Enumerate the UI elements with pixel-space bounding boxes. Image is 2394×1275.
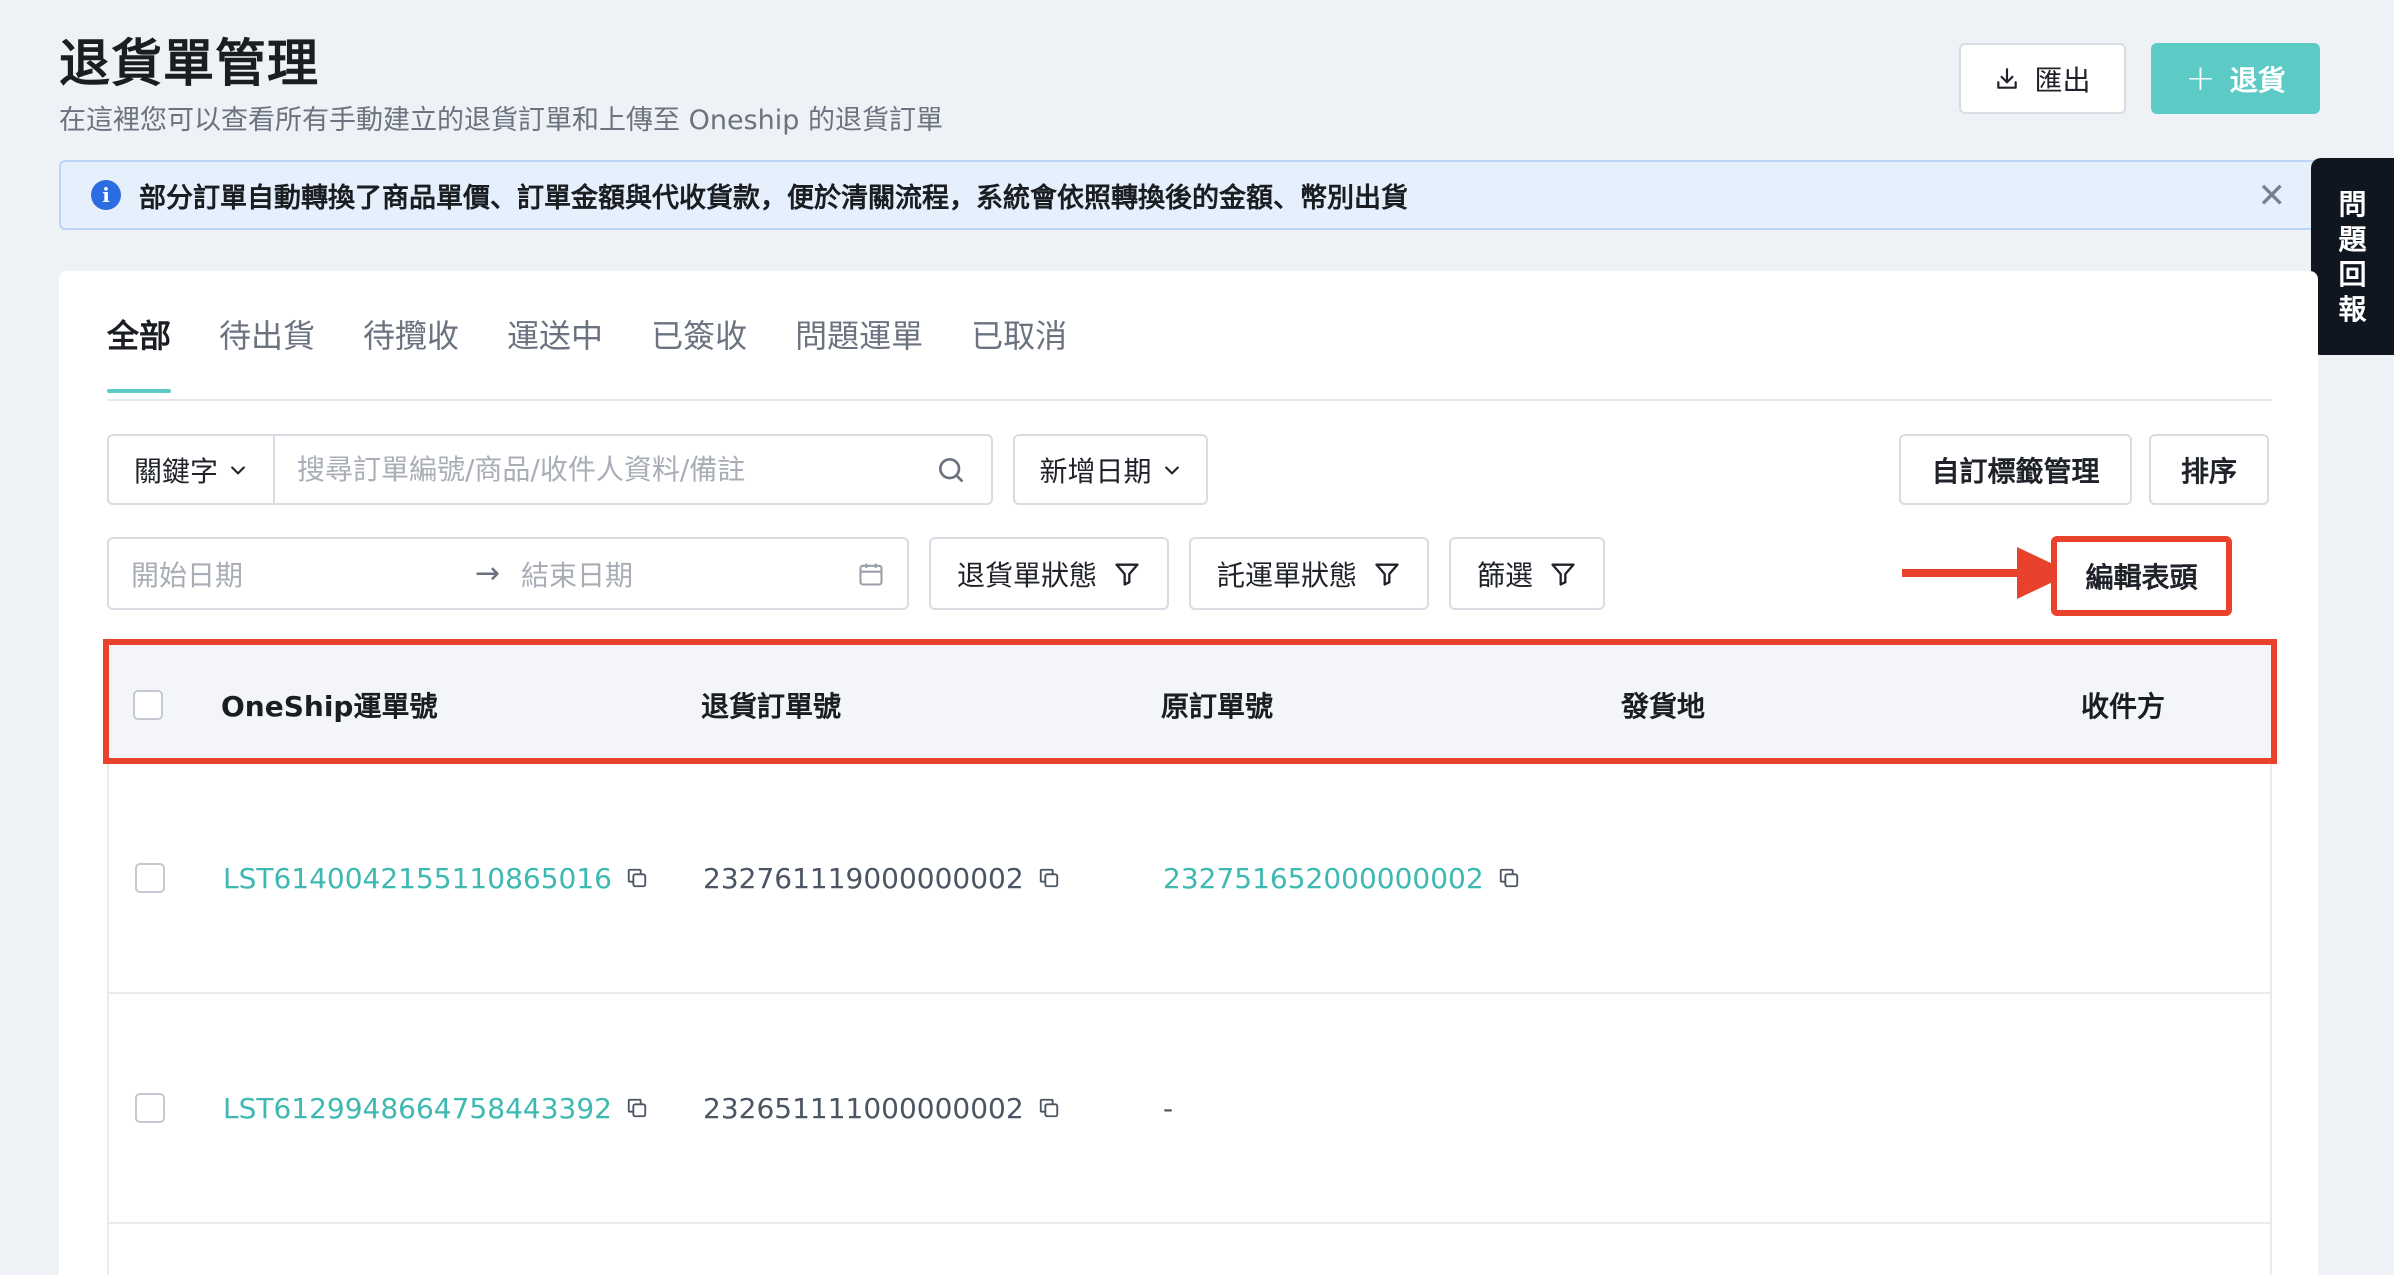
tag-manage-label: 自訂標籤管理 bbox=[1931, 454, 2100, 488]
return-order-number: 232761119000000002 bbox=[703, 861, 1024, 895]
calendar-icon bbox=[859, 563, 883, 586]
copy-icon[interactable] bbox=[1038, 867, 1060, 889]
column-header: 退貨訂單號 bbox=[701, 689, 842, 723]
sort-label: 排序 bbox=[2180, 454, 2237, 488]
date-range-picker[interactable]: 開始日期 → 結束日期 bbox=[107, 537, 909, 610]
sort-button[interactable]: 排序 bbox=[2149, 434, 2269, 505]
page-subtitle: 在這裡您可以查看所有手動建立的退貨訂單和上傳至 Oneship 的退貨訂單 bbox=[59, 105, 943, 136]
return-label: 退貨 bbox=[2229, 63, 2286, 97]
return-order-number: 232651111000000002 bbox=[703, 1091, 1024, 1125]
column-header: 收件方 bbox=[2081, 689, 2166, 723]
tab-pending-pickup[interactable]: 待攬收 bbox=[363, 311, 459, 393]
close-icon[interactable]: ✕ bbox=[2258, 176, 2287, 216]
original-order-link[interactable]: 232751652000000002 bbox=[1163, 862, 1484, 895]
edit-header-button[interactable]: 編輯表頭 bbox=[2051, 536, 2232, 616]
copy-icon[interactable] bbox=[626, 1097, 648, 1119]
row-checkbox[interactable] bbox=[135, 1093, 165, 1123]
feedback-char: 題 bbox=[2338, 222, 2367, 256]
tab-problem[interactable]: 問題運單 bbox=[795, 311, 923, 393]
shipment-status-label: 託運單狀態 bbox=[1216, 558, 1357, 592]
chevron-down-icon bbox=[231, 465, 245, 474]
tab-divider bbox=[107, 399, 2272, 401]
table-row: LST6140042155110865016 23276111900000000… bbox=[107, 764, 2272, 994]
date-type-select[interactable]: 新增日期 bbox=[1013, 434, 1208, 505]
column-header: OneShip運單號 bbox=[221, 689, 438, 723]
copy-icon[interactable] bbox=[1038, 1097, 1060, 1119]
end-date-input[interactable]: 結束日期 bbox=[521, 554, 633, 594]
chevron-down-icon bbox=[1164, 465, 1179, 474]
shipment-status-filter[interactable]: 託運單狀態 bbox=[1189, 537, 1429, 610]
table-header: OneShip運單號 退貨訂單號 原訂單號 發貨地 收件方 bbox=[107, 645, 2272, 764]
oneship-number-link[interactable]: LST6140042155110865016 bbox=[223, 862, 612, 895]
oneship-number-link[interactable]: LST6129948664758443392 bbox=[223, 1092, 612, 1125]
copy-icon[interactable] bbox=[626, 867, 648, 889]
returns-table: OneShip運單號 退貨訂單號 原訂單號 發貨地 收件方 LST6140042… bbox=[107, 645, 2272, 1275]
filter-label: 篩選 bbox=[1476, 558, 1533, 592]
feedback-char: 問 bbox=[2338, 187, 2367, 221]
filter-icon bbox=[1551, 563, 1575, 586]
filter-button[interactable]: 篩選 bbox=[1449, 537, 1605, 610]
row-checkbox[interactable] bbox=[135, 863, 165, 893]
edit-header-label: 編輯表頭 bbox=[2085, 561, 2198, 594]
keyword-select[interactable]: 關鍵字 bbox=[107, 434, 275, 505]
search-input[interactable] bbox=[297, 453, 935, 486]
arrow-right-icon: → bbox=[475, 556, 501, 591]
add-return-button[interactable]: + 退貨 bbox=[2151, 43, 2320, 114]
return-status-filter[interactable]: 退貨單狀態 bbox=[929, 537, 1169, 610]
filter-icon bbox=[1115, 563, 1139, 586]
copy-icon[interactable] bbox=[1498, 867, 1520, 889]
main-card: 全部 待出貨 待攬收 運送中 已簽收 問題運單 已取消 關鍵字 新增日期 自訂標… bbox=[59, 271, 2318, 1275]
table-row: LST6129948664758443392 23265111100000000… bbox=[107, 994, 2272, 1224]
start-date-input[interactable]: 開始日期 bbox=[131, 554, 243, 594]
feedback-char: 回 bbox=[2338, 257, 2367, 291]
tab-delivered[interactable]: 已簽收 bbox=[651, 311, 747, 393]
table-row bbox=[107, 1224, 2272, 1275]
tag-manage-button[interactable]: 自訂標籤管理 bbox=[1899, 434, 2132, 505]
info-icon: i bbox=[91, 180, 121, 210]
banner-text: 部分訂單自動轉換了商品單價、訂單金額與代收貨款，便於清關流程，系統會依照轉換後的… bbox=[139, 182, 1408, 214]
filter-icon bbox=[1375, 563, 1399, 586]
tab-in-transit[interactable]: 運送中 bbox=[507, 311, 603, 393]
original-order-number: - bbox=[1163, 1091, 1174, 1125]
info-banner: i 部分訂單自動轉換了商品單價、訂單金額與代收貨款，便於清關流程，系統會依照轉換… bbox=[59, 160, 2318, 230]
return-status-label: 退貨單狀態 bbox=[956, 558, 1097, 592]
select-all-checkbox[interactable] bbox=[133, 689, 163, 720]
export-button[interactable]: 匯出 bbox=[1959, 43, 2126, 114]
date-type-label: 新增日期 bbox=[1039, 454, 1152, 488]
feedback-tab[interactable]: 問 題 回 報 bbox=[2311, 158, 2394, 355]
keyword-select-label: 關鍵字 bbox=[133, 454, 218, 488]
tab-pending-shipment[interactable]: 待出貨 bbox=[219, 311, 315, 393]
plus-icon: + bbox=[2185, 57, 2216, 99]
page-title: 退貨單管理 bbox=[59, 35, 320, 94]
export-label: 匯出 bbox=[2034, 63, 2091, 97]
feedback-char: 報 bbox=[2338, 292, 2367, 326]
tab-cancelled[interactable]: 已取消 bbox=[971, 311, 1067, 393]
search-field bbox=[273, 434, 993, 505]
status-tabs: 全部 待出貨 待攬收 運送中 已簽收 問題運單 已取消 bbox=[107, 311, 1067, 393]
tab-all[interactable]: 全部 bbox=[107, 311, 172, 393]
download-icon bbox=[1997, 67, 2018, 89]
search-icon[interactable] bbox=[935, 454, 967, 486]
column-header: 發貨地 bbox=[1621, 689, 1706, 723]
column-header: 原訂單號 bbox=[1161, 689, 1274, 723]
